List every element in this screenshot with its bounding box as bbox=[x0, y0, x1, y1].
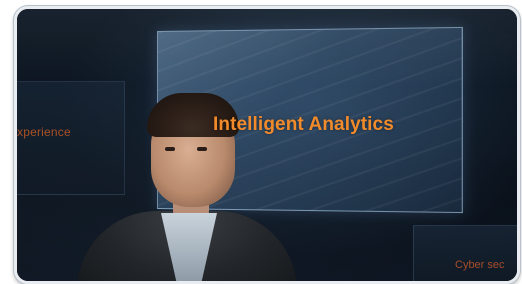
right-holographic-panel bbox=[413, 225, 520, 284]
right-eye bbox=[197, 147, 207, 151]
left-panel-label: xperience bbox=[17, 125, 71, 139]
right-panel-label: Cyber sec bbox=[455, 259, 505, 271]
left-eye bbox=[165, 147, 175, 151]
main-panel-title: Intelligent Analytics bbox=[213, 114, 394, 136]
video-scene: xperience Cyber sec Intelligent Analytic… bbox=[17, 9, 517, 281]
video-thumbnail-frame[interactable]: xperience Cyber sec Intelligent Analytic… bbox=[14, 6, 520, 284]
